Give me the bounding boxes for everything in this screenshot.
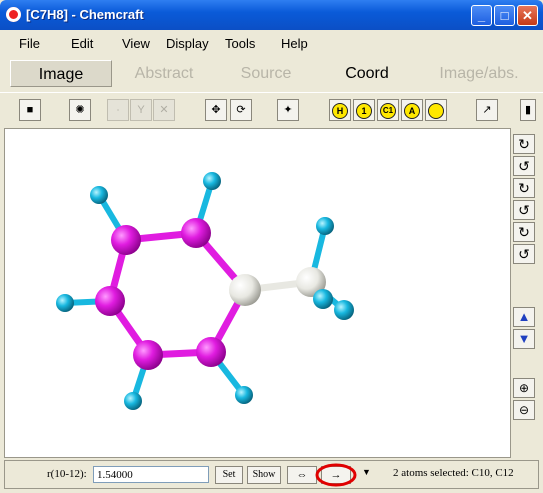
zoom-out-icon[interactable]: ⊖ (513, 400, 535, 420)
carbon-atom (95, 286, 125, 316)
show-hydrogens-button[interactable]: H (329, 99, 351, 121)
carbon-atom-selected (229, 274, 261, 306)
axis-icon[interactable]: ↗ (476, 99, 498, 121)
carbon-atom (111, 225, 141, 255)
double-arrow-icon[interactable]: ⇔ (287, 466, 317, 484)
set-button[interactable]: Set (215, 466, 243, 484)
menu-display[interactable]: Display (166, 36, 209, 51)
distance-input[interactable] (93, 466, 209, 483)
title-bar: [C7H8] - Chemcraft _ □ ✕ (0, 0, 543, 30)
menu-view[interactable]: View (122, 36, 150, 51)
atom-color-button[interactable] (425, 99, 447, 121)
status-bar: r(10-12): Set Show ⇔ → ▼ 2 atoms selecte… (4, 460, 539, 489)
rotate-y-ccw-icon[interactable]: ↺ (513, 200, 535, 220)
rotation-toolbar: ↻ ↺ ↻ ↺ ↻ ↺ ▲ ▼ ⊕ ⊖ (511, 128, 539, 456)
zoom-in-icon[interactable]: ⊕ (513, 378, 535, 398)
menu-tools[interactable]: Tools (225, 36, 255, 51)
molecule-viewport[interactable] (4, 128, 511, 458)
minimize-button[interactable]: _ (471, 5, 492, 26)
tab-image[interactable]: Image (10, 60, 112, 87)
rotate-x-cw-icon[interactable]: ↻ (513, 134, 535, 154)
dihedral-tool-icon[interactable]: ✕ (153, 99, 175, 121)
bond-tool-icon[interactable]: ∙ (107, 99, 129, 121)
hydrogen-atom (235, 386, 253, 404)
tab-source[interactable]: Source (222, 60, 310, 87)
toolbar: ■ ✺ ∙ Y ✕ ✥ ⟳ ✦ H 1 C1 A ↗ ▮ (0, 92, 543, 127)
view-tabs: Image Abstract Source Coord Image/abs. (0, 56, 543, 90)
show-symbols-button[interactable]: A (401, 99, 423, 121)
tab-coord[interactable]: Coord (322, 60, 412, 87)
carbon-atom (181, 218, 211, 248)
molecule-canvas (56, 172, 354, 410)
distance-label: r(10-12): (47, 468, 87, 480)
hydrogen-atom (90, 186, 108, 204)
maximize-button[interactable]: □ (494, 5, 515, 26)
show-atom-labels-button[interactable]: C1 (377, 99, 399, 121)
carbon-atom (133, 340, 163, 370)
rotate-z-ccw-icon[interactable]: ↺ (513, 244, 535, 264)
move-down-icon[interactable]: ▼ (513, 329, 535, 349)
orbital-icon[interactable]: ✺ (69, 99, 91, 121)
selection-info: 2 atoms selected: C10, C12 (393, 467, 514, 479)
hydrogen-atom (316, 217, 334, 235)
camera-icon[interactable]: ■ (19, 99, 41, 121)
tab-image-abs[interactable]: Image/abs. (424, 60, 534, 87)
show-atom-numbers-button[interactable]: 1 (353, 99, 375, 121)
hydrogen-atom (313, 289, 333, 309)
menu-edit[interactable]: Edit (71, 36, 93, 51)
menu-help[interactable]: Help (281, 36, 308, 51)
more-tools-icon[interactable]: ▮ (520, 99, 536, 121)
dropdown-arrow-icon[interactable]: ▼ (362, 467, 371, 477)
angle-tool-icon[interactable]: Y (130, 99, 152, 121)
tab-abstract[interactable]: Abstract (118, 60, 210, 87)
rotate-z-cw-icon[interactable]: ↻ (513, 222, 535, 242)
fit-view-icon[interactable]: ✥ (205, 99, 227, 121)
hydrogen-atom (334, 300, 354, 320)
app-icon (6, 7, 21, 22)
molecule-icon[interactable]: ✦ (277, 99, 299, 121)
hydrogen-atom (56, 294, 74, 312)
carbon-atom (196, 337, 226, 367)
hydrogen-atom (124, 392, 142, 410)
menu-bar: File Edit View Display Tools Help (0, 30, 543, 56)
highlight-circle (315, 463, 357, 487)
window-title: [C7H8] - Chemcraft (26, 7, 144, 22)
close-button[interactable]: ✕ (517, 5, 538, 26)
rotate-y-cw-icon[interactable]: ↻ (513, 178, 535, 198)
rotate-x-ccw-icon[interactable]: ↺ (513, 156, 535, 176)
move-up-icon[interactable]: ▲ (513, 307, 535, 327)
menu-file[interactable]: File (19, 36, 40, 51)
hydrogen-atom (203, 172, 221, 190)
rotate-view-icon[interactable]: ⟳ (230, 99, 252, 121)
show-button[interactable]: Show (247, 466, 281, 484)
